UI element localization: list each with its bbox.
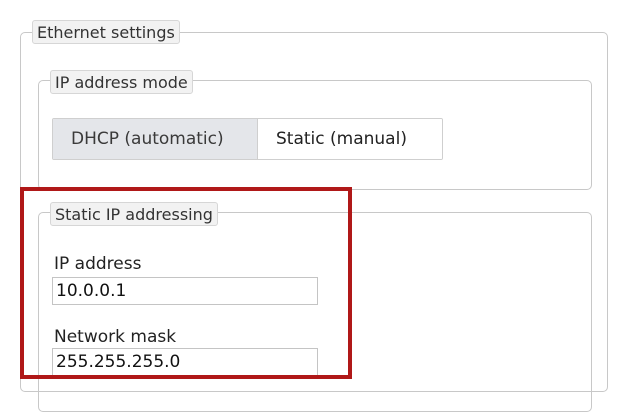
ip-address-input[interactable] xyxy=(52,277,318,305)
network-mask-label: Network mask xyxy=(54,327,177,347)
network-mask-input[interactable] xyxy=(52,348,318,376)
static-ip-addressing-group xyxy=(38,212,592,412)
ip-address-label: IP address xyxy=(54,254,142,274)
ip-address-mode-legend: IP address mode xyxy=(50,70,193,94)
static-mode-button[interactable]: Static (manual) xyxy=(258,119,442,159)
ethernet-settings-legend: Ethernet settings xyxy=(32,20,180,44)
static-ip-addressing-legend: Static IP addressing xyxy=(50,202,218,226)
ip-mode-toggle: DHCP (automatic) Static (manual) xyxy=(52,118,443,160)
dhcp-mode-button[interactable]: DHCP (automatic) xyxy=(53,119,258,159)
